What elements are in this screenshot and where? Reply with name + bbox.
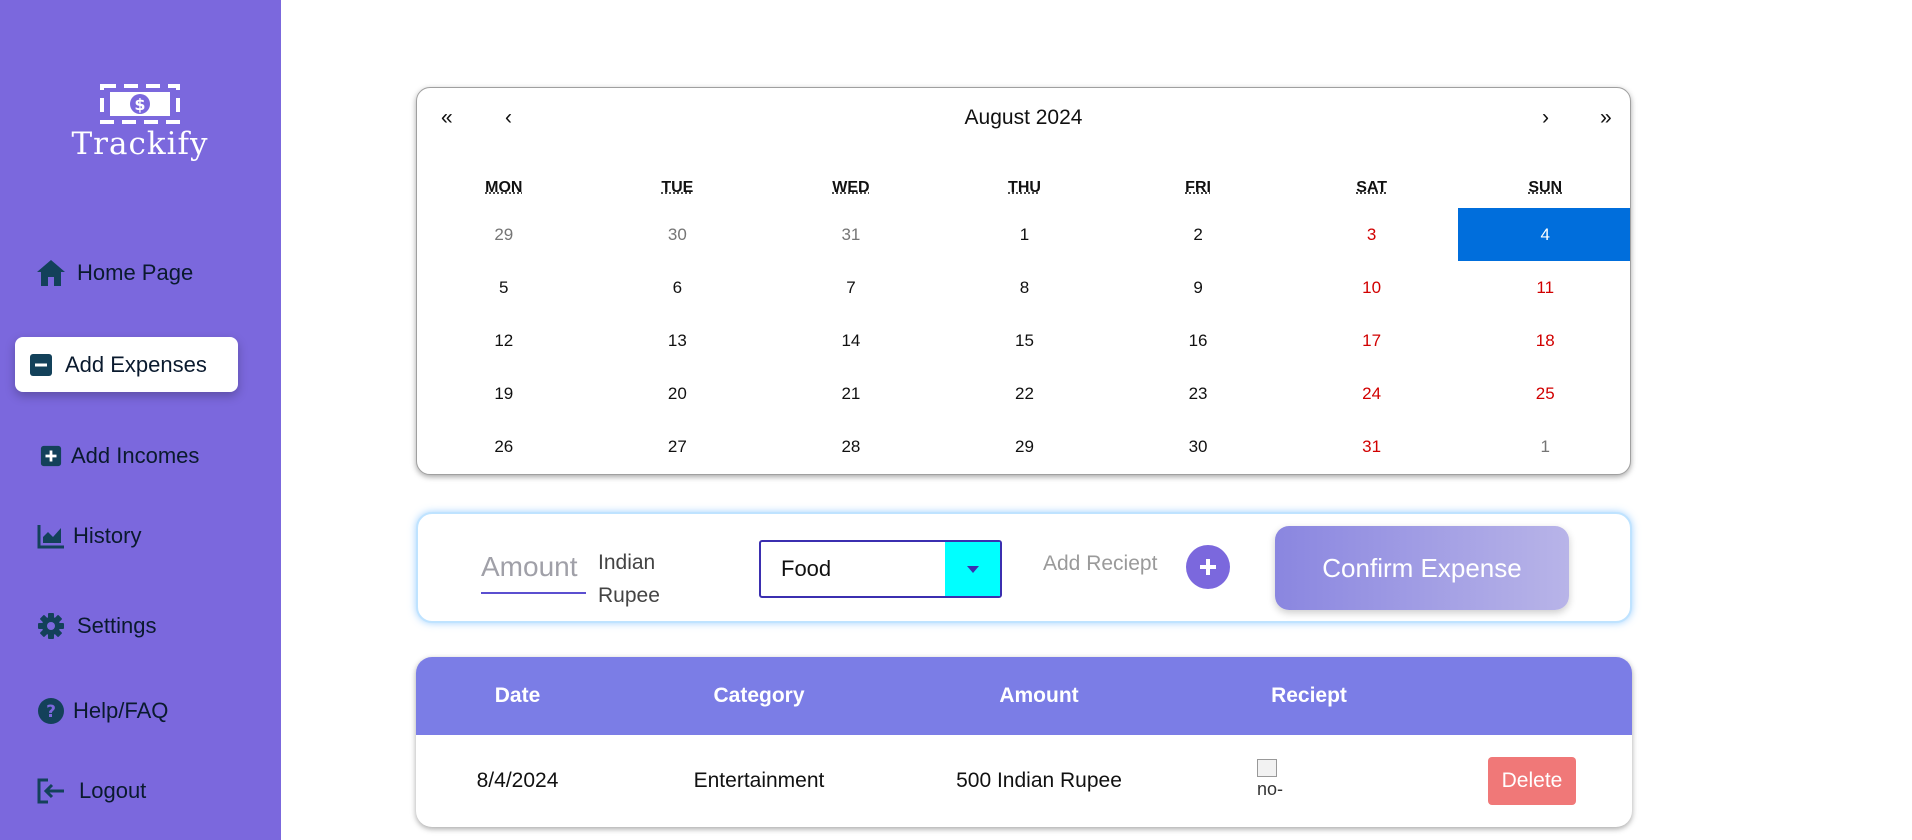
logout-icon: [33, 773, 69, 809]
calendar-day[interactable]: 30: [591, 208, 765, 261]
calendar-day[interactable]: 23: [1111, 367, 1285, 420]
weekday-header: MON: [485, 179, 523, 196]
category-value: Food: [781, 556, 832, 581]
chart-icon: [33, 518, 69, 554]
calendar-day[interactable]: 8: [938, 261, 1112, 314]
calendar-day[interactable]: 13: [591, 314, 765, 367]
sidebar-item-add-incomes[interactable]: Add Incomes: [15, 428, 238, 483]
chevron-down-icon[interactable]: [945, 542, 1000, 596]
column-header: Reciept: [1271, 684, 1347, 707]
sidebar-item-history[interactable]: History: [15, 508, 238, 563]
question-circle-icon: ?: [33, 693, 69, 729]
weekday-header: SAT: [1356, 179, 1388, 196]
calendar-day[interactable]: 25: [1458, 367, 1630, 420]
sidebar-item-label: Settings: [77, 612, 157, 638]
add-receipt-button[interactable]: [1186, 545, 1230, 589]
table-header: Date Category Amount Reciept: [416, 657, 1632, 735]
calendar-day[interactable]: 30: [1111, 420, 1285, 473]
calendar-day[interactable]: 18: [1458, 314, 1630, 367]
calendar-day[interactable]: 6: [591, 261, 765, 314]
plus-icon: [1200, 559, 1216, 575]
calendar-day[interactable]: 28: [764, 420, 938, 473]
calendar-day[interactable]: 14: [764, 314, 938, 367]
column-header: Date: [494, 684, 541, 707]
home-icon: [33, 255, 69, 291]
calendar-day[interactable]: 19: [417, 367, 591, 420]
calendar-day[interactable]: 15: [938, 314, 1112, 367]
calendar: August 2024 « ‹ › » MON TUE WED THU FRI SAT SU…: [416, 87, 1631, 475]
receipt-image[interactable]: no-: [1257, 759, 1297, 799]
column-header: Category: [713, 684, 805, 707]
sidebar-item-settings[interactable]: Settings: [15, 598, 238, 653]
calendar-day[interactable]: 26: [417, 420, 591, 473]
row-category: Entertainment: [693, 769, 825, 792]
column-header: Amount: [999, 684, 1079, 707]
calendar-day[interactable]: 7: [764, 261, 938, 314]
svg-text:$: $: [134, 95, 145, 114]
sidebar-item-add-expenses[interactable]: Add Expenses: [15, 337, 238, 392]
calendar-day[interactable]: 1: [1458, 420, 1630, 473]
calendar-day[interactable]: 21: [764, 367, 938, 420]
expense-form: Indian Rupee Food Add Reciept Confirm Ex…: [416, 512, 1632, 623]
calendar-day[interactable]: 12: [417, 314, 591, 367]
receipt-image-alt: no-: [1257, 779, 1284, 799]
calendar-day[interactable]: 22: [938, 367, 1112, 420]
sidebar-item-label: Add Expenses: [65, 351, 207, 377]
calendar-title[interactable]: August 2024: [417, 88, 1630, 148]
calendar-day[interactable]: 29: [938, 420, 1112, 473]
calendar-day[interactable]: 4: [1458, 208, 1630, 261]
expense-table: Date Category Amount Reciept 8/4/2024 En…: [416, 657, 1632, 827]
minus-square-icon: [23, 347, 59, 383]
next-year-button[interactable]: »: [1600, 88, 1612, 148]
next-month-button[interactable]: ›: [1542, 88, 1549, 148]
dollar-bill-icon: $: [100, 84, 180, 124]
weekday-header: TUE: [661, 179, 694, 196]
calendar-day[interactable]: 17: [1285, 314, 1459, 367]
sidebar-item-logout[interactable]: Logout: [15, 763, 238, 818]
weekday-header: FRI: [1185, 179, 1211, 196]
confirm-expense-button[interactable]: Confirm Expense: [1275, 526, 1569, 610]
calendar-day[interactable]: 11: [1458, 261, 1630, 314]
calendar-day[interactable]: 5: [417, 261, 591, 314]
calendar-day[interactable]: 27: [591, 420, 765, 473]
svg-text:?: ?: [46, 702, 56, 722]
calendar-day[interactable]: 24: [1285, 367, 1459, 420]
prev-month-button[interactable]: ‹: [505, 88, 512, 148]
plus-square-icon: [33, 438, 69, 474]
calendar-day[interactable]: 1: [938, 208, 1112, 261]
add-receipt-label: Add Reciept: [1043, 552, 1158, 575]
broken-image-icon: [1257, 759, 1277, 777]
calendar-day[interactable]: 2: [1111, 208, 1285, 261]
row-amount: 500 Indian Rupee: [956, 769, 1122, 792]
sidebar-item-label: History: [73, 522, 142, 548]
amount-input[interactable]: [481, 542, 586, 594]
sidebar-item-help[interactable]: ? Help/FAQ: [15, 683, 238, 738]
calendar-day[interactable]: 31: [1285, 420, 1459, 473]
sidebar-item-label: Logout: [79, 777, 147, 803]
sidebar: $ Trackify Home Page Add Expenses Add In…: [0, 0, 281, 840]
calendar-day[interactable]: 9: [1111, 261, 1285, 314]
sidebar-item-label: Add Incomes: [71, 442, 200, 468]
row-date: 8/4/2024: [476, 769, 559, 792]
calendar-day[interactable]: 20: [591, 367, 765, 420]
weekday-header: WED: [832, 179, 870, 196]
weekday-header: SUN: [1528, 179, 1563, 196]
category-select[interactable]: Food: [759, 540, 1002, 598]
calendar-day[interactable]: 31: [764, 208, 938, 261]
sidebar-item-label: Home Page: [77, 259, 194, 285]
prev-year-button[interactable]: «: [441, 88, 453, 148]
logo: $ Trackify: [60, 84, 220, 162]
brand-name: Trackify: [71, 126, 209, 162]
currency-label: Indian Rupee: [598, 551, 660, 607]
weekday-header: THU: [1008, 179, 1041, 196]
sidebar-item-label: Help/FAQ: [73, 697, 169, 723]
sidebar-item-home[interactable]: Home Page: [15, 245, 238, 300]
delete-button[interactable]: Delete: [1488, 757, 1576, 805]
calendar-day[interactable]: 16: [1111, 314, 1285, 367]
calendar-day[interactable]: 29: [417, 208, 591, 261]
calendar-day[interactable]: 3: [1285, 208, 1459, 261]
calendar-grid: MON TUE WED THU FRI SAT SUN 29 30 31 1 2 3 4 5 6 7 8 9 10 11…: [417, 168, 1630, 473]
calendar-day[interactable]: 10: [1285, 261, 1459, 314]
gear-icon: [33, 608, 69, 644]
